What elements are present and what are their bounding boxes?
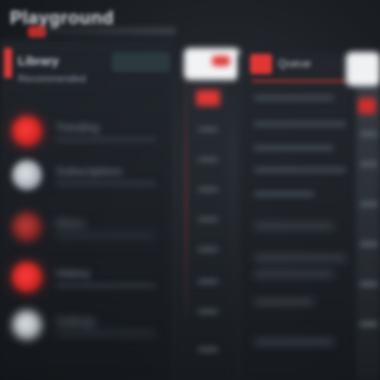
right-panel	[238, 54, 351, 380]
row-marker	[198, 248, 218, 251]
queue-row[interactable]	[254, 300, 314, 304]
row-marker	[360, 162, 378, 166]
row-marker	[198, 280, 218, 283]
list-item[interactable]: Mixes	[0, 204, 172, 250]
right-header-label: Queue	[278, 58, 312, 70]
queue-row[interactable]	[254, 272, 334, 276]
row-marker	[198, 158, 218, 161]
queue-row[interactable]	[254, 96, 334, 100]
queue-row[interactable]	[254, 224, 334, 228]
list-item[interactable]: Settings	[0, 302, 172, 348]
sidebar-title: Library	[18, 54, 59, 68]
middle-column	[184, 48, 240, 380]
list-item-label: Trending	[56, 122, 100, 134]
grey-circle-icon	[12, 310, 42, 340]
right-header-chip	[250, 54, 272, 74]
list-item-label: Settings	[56, 316, 96, 328]
queue-row[interactable]	[254, 122, 346, 126]
dim-red-circle-icon	[12, 212, 42, 242]
active-tab-marker[interactable]	[196, 90, 220, 106]
list-item-label: History	[56, 268, 91, 280]
row-marker	[360, 282, 378, 286]
far-right-column	[346, 52, 380, 380]
row-marker	[360, 242, 378, 246]
list-item[interactable]: Subscriptions	[0, 152, 172, 198]
list-item[interactable]: Trending	[0, 108, 172, 154]
row-marker	[360, 322, 378, 326]
list-item[interactable]: History	[0, 254, 172, 300]
row-marker	[360, 132, 378, 136]
sidebar-header[interactable]: Library Recommended	[0, 48, 172, 88]
queue-row[interactable]	[254, 146, 334, 150]
list-item-label: Mixes	[56, 218, 85, 230]
list-item-subline	[56, 138, 156, 141]
toggle-pill[interactable]	[184, 48, 240, 80]
grey-circle-icon	[12, 160, 42, 190]
top-divider	[40, 28, 176, 34]
sidebar-tab[interactable]	[112, 52, 170, 72]
card-thumbnail[interactable]	[346, 52, 380, 86]
app-title: Playground	[10, 8, 115, 28]
row-marker	[360, 202, 378, 206]
queue-row[interactable]	[254, 340, 334, 344]
list-item-subline	[56, 234, 156, 237]
right-header-underline	[252, 80, 348, 82]
row-marker	[198, 188, 218, 191]
toggle-indicator	[212, 56, 230, 66]
queue-row[interactable]	[254, 256, 346, 260]
red-circle-icon	[12, 262, 42, 292]
list-item-subline	[56, 182, 156, 185]
row-marker	[198, 348, 218, 351]
queue-row[interactable]	[254, 192, 314, 196]
row-marker	[198, 310, 218, 313]
list-item-label: Subscriptions	[56, 166, 123, 178]
list-item-subline	[56, 332, 156, 335]
row-marker	[198, 128, 218, 131]
red-marker	[358, 98, 376, 114]
row-marker	[198, 218, 218, 221]
list-item-subline	[56, 284, 156, 287]
sidebar-subtitle: Recommended	[18, 74, 86, 85]
red-circle-icon	[12, 116, 42, 146]
active-indicator	[4, 48, 12, 78]
queue-row[interactable]	[254, 168, 346, 172]
